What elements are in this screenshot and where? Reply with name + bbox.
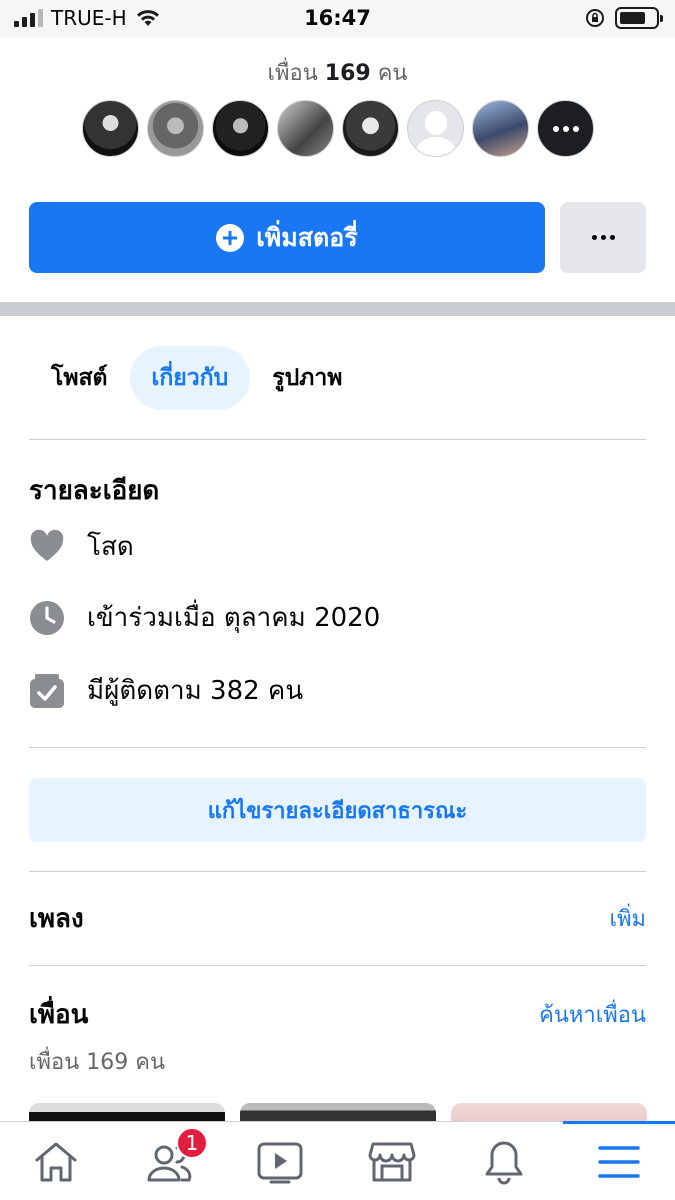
friend-avatar-6[interactable]	[407, 100, 464, 157]
nav-friends[interactable]: 1	[112, 1122, 224, 1200]
friend-avatar-4[interactable]	[277, 100, 334, 157]
nav-notifications[interactable]	[448, 1122, 560, 1200]
status-bar: TRUE-H 16:47	[0, 0, 675, 38]
friend-avatar-5[interactable]	[342, 100, 399, 157]
followers-icon	[30, 673, 64, 708]
edit-public-details-button[interactable]: แก้ไขรายละเอียดสาธารณะ	[29, 778, 646, 842]
friends-heading: เพื่อน	[29, 1000, 89, 1030]
more-friends-button[interactable]	[537, 100, 594, 157]
battery-icon	[615, 7, 663, 29]
find-friends-link[interactable]: ค้นหาเพื่อน	[539, 997, 646, 1032]
detail-relationship: โสด	[29, 526, 134, 567]
more-options-button[interactable]	[560, 202, 646, 273]
rotation-lock-icon	[586, 9, 604, 27]
friend-avatar-2[interactable]	[147, 100, 204, 157]
friends-notification-badge: 1	[176, 1127, 208, 1159]
music-section-header: เพลง เพิ่ม	[29, 898, 646, 939]
joined-text: เข้าร่วมเมื่อ ตุลาคม 2020	[87, 603, 381, 633]
music-heading: เพลง	[29, 904, 84, 934]
friend-avatar-1[interactable]	[82, 100, 139, 157]
plus-circle-icon	[216, 223, 245, 252]
friend-avatar-3[interactable]	[212, 100, 269, 157]
friend-avatars	[82, 100, 594, 157]
divider	[29, 747, 646, 748]
friends-count-subtitle: เพื่อน 169 คน	[29, 1050, 166, 1075]
nav-marketplace[interactable]	[336, 1122, 448, 1200]
profile-tabs: โพสต์ เกี่ยวกับ รูปภาพ	[29, 346, 364, 410]
nav-watch[interactable]	[224, 1122, 336, 1200]
friends-section-header: เพื่อน ค้นหาเพื่อน	[29, 994, 646, 1035]
details-heading: รายละเอียด	[29, 476, 160, 506]
tab-photos[interactable]: รูปภาพ	[250, 346, 364, 410]
tab-posts[interactable]: โพสต์	[29, 346, 130, 410]
divider	[29, 965, 646, 966]
nav-menu[interactable]	[563, 1121, 675, 1200]
clock-icon	[30, 600, 64, 635]
add-story-button[interactable]: เพิ่มสตอรี่	[29, 202, 545, 273]
more-dots-icon	[591, 235, 597, 240]
detail-joined: เข้าร่วมเมื่อ ตุลาคม 2020	[29, 597, 380, 638]
relationship-text: โสด	[87, 532, 134, 562]
notifications-icon	[485, 1141, 523, 1184]
menu-icon	[598, 1145, 640, 1178]
friend-count-summary: เพื่อน 169 คน	[267, 61, 408, 86]
followers-text: มีผู้ติดตาม 382 คน	[87, 676, 304, 706]
clock: 16:47	[304, 6, 371, 30]
nav-home[interactable]	[0, 1122, 112, 1200]
home-icon	[35, 1142, 77, 1181]
divider	[29, 871, 646, 872]
tab-about[interactable]: เกี่ยวกับ	[129, 346, 251, 410]
add-story-label: เพิ่มสตอรี่	[256, 222, 358, 252]
marketplace-icon	[368, 1142, 416, 1181]
bottom-navigation: 1	[0, 1121, 675, 1200]
add-music-link[interactable]: เพิ่ม	[609, 901, 646, 936]
heart-icon	[30, 529, 64, 561]
friend-avatar-7[interactable]	[472, 100, 529, 157]
friend-count-number: 169	[324, 61, 371, 86]
watch-icon	[257, 1142, 303, 1183]
divider	[29, 439, 646, 440]
detail-followers: มีผู้ติดตาม 382 คน	[29, 670, 303, 711]
section-divider	[0, 302, 675, 316]
